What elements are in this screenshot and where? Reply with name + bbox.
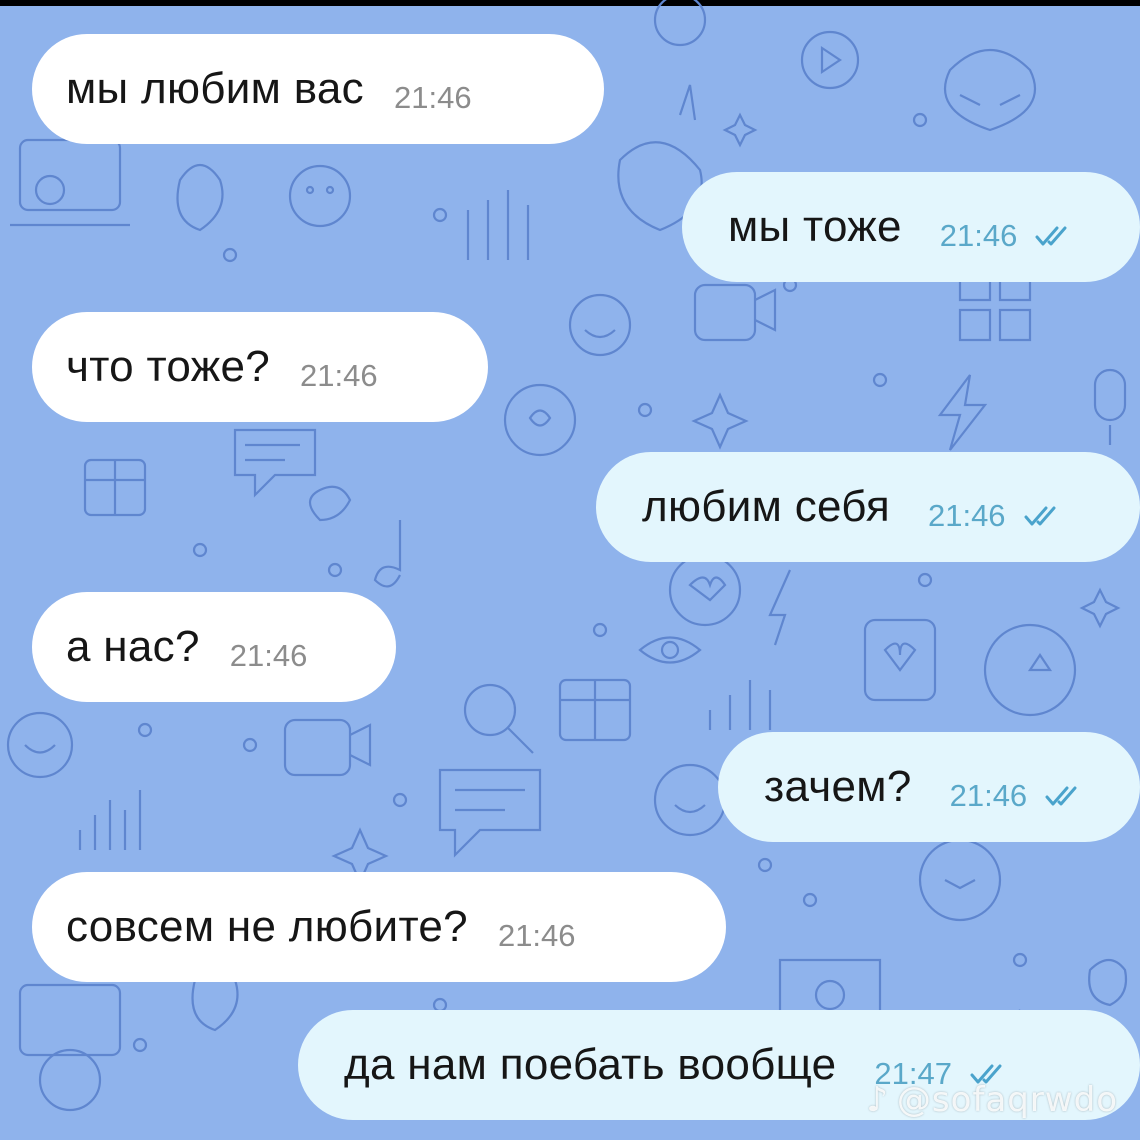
message-text: совсем не любите? [66,902,468,951]
message-time: 21:46 [229,638,308,673]
read-double-check-icon [1035,225,1069,247]
read-double-check-icon [1024,505,1058,527]
message-text: мы тоже [728,202,902,251]
message-bubble-outgoing[interactable]: мы тоже 21:46 [682,172,1140,282]
message-bubble-incoming[interactable]: что тоже? 21:46 [32,312,488,422]
message-text: да нам поебать вообще [344,1040,837,1089]
tiktok-watermark: ♪ @sofaqrwdo [866,1080,1118,1120]
message-text: мы любим вас [66,64,364,113]
message-bubble-outgoing[interactable]: зачем? 21:46 [718,732,1140,842]
message-text: зачем? [764,762,912,811]
message-text: а нас? [66,622,200,671]
message-bubble-incoming[interactable]: совсем не любите? 21:46 [32,872,726,982]
chat-screen: мы любим вас 21:46 мы тоже 21:46 что тож… [0,0,1140,1140]
message-time: 21:46 [300,358,378,393]
message-time: 21:46 [927,498,1006,533]
message-time: 21:46 [949,778,1028,813]
message-bubble-incoming[interactable]: а нас? 21:46 [32,592,396,702]
message-time: 21:46 [497,918,576,953]
read-double-check-icon [1045,785,1079,807]
watermark-handle: @sofaqrwdo [896,1080,1118,1120]
message-bubble-outgoing[interactable]: любим себя 21:46 [596,452,1140,562]
message-time: 21:46 [393,80,472,115]
message-bubble-incoming[interactable]: мы любим вас 21:46 [32,34,604,144]
message-text: что тоже? [66,342,270,391]
message-text: любим себя [642,482,890,531]
tiktok-note-icon: ♪ [866,1080,889,1120]
message-time: 21:46 [939,218,1018,253]
